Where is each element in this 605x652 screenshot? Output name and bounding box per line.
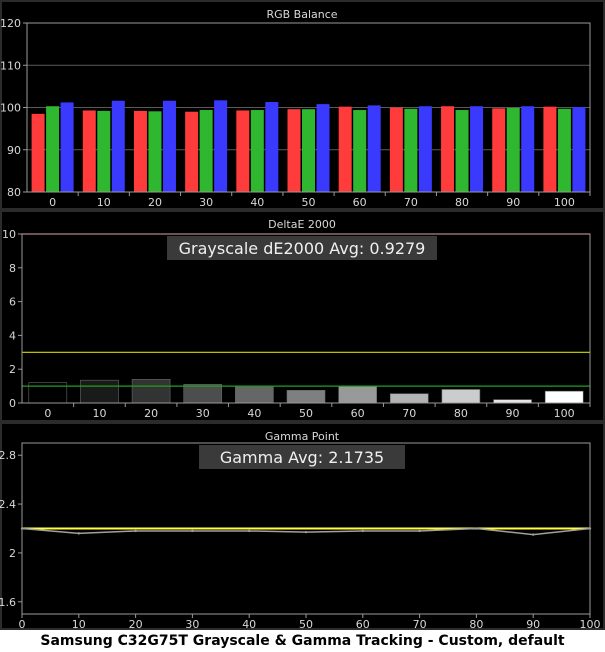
chart2-xtick-label: 70 [402,407,416,420]
chart2-ytick-label: 4 [9,329,16,342]
chart1-bar-blue [265,102,279,192]
chart2-bar [441,389,481,404]
chart2-ytick-label: 8 [9,262,16,275]
chart3-point [191,529,194,533]
chart1-bar-blue [470,106,484,192]
chart1-ytick-label: 80 [7,186,21,199]
chart2-xtick-label: 60 [351,407,365,420]
chart1-xtick-label: 0 [49,196,56,209]
chart1-bar-green [404,108,418,192]
chart2-bar [493,399,532,404]
chart1-bar-green [148,111,162,192]
chart2-ytick-label: 2 [9,363,16,376]
chart1-ytick-label: 120 [0,17,21,30]
chart1-ytick-label: 110 [0,59,21,72]
chart3-point [532,533,535,536]
chart1-bar-green [199,110,213,192]
chart2-bar [183,384,223,404]
chart2-ytick-label: 10 [2,228,16,241]
chart1-bar-green [353,110,367,192]
chart3-ytick-label: 2.4 [0,498,16,511]
chart1-xtick-label: 40 [250,196,264,209]
chart1-xtick-label: 90 [506,196,520,209]
chart2-xtick-label: 0 [44,407,51,420]
chart2-xtick-label: 50 [299,407,313,420]
chart2-title: DeltaE 2000 [268,218,336,231]
chart1-bar-red [338,106,352,192]
chart1-bar-red [389,107,403,192]
chart1-bar-red [236,110,250,192]
chart1-bar-red [543,106,557,192]
chart2-xtick-label: 80 [454,407,468,420]
chart1-bar-red [287,109,301,192]
chart1-xtick-label: 10 [97,196,111,209]
chart2-bar [286,390,326,404]
chart1-xtick-label: 50 [302,196,316,209]
chart1-bar-red [82,110,96,192]
chart2-bar [544,390,584,404]
chart1-xtick-label: 30 [199,196,213,209]
chart1-xtick-label: 70 [404,196,418,209]
chart1-bar-red [185,111,199,192]
chart1-xtick-label: 60 [353,196,367,209]
chart2-bar [235,386,274,404]
chart1-bar-green [455,110,469,192]
chart2-bar [338,385,377,404]
chart3-ytick-label: 2.8 [0,449,16,462]
chart3-ytick-label: 2 [9,547,16,560]
chart3-ytick-label: 1.6 [0,596,16,609]
chart1-bar-red [133,110,147,192]
chart3-point [304,530,308,534]
chart3-point [248,529,251,533]
chart1-bar-blue [572,107,586,192]
chart2-annotation: Grayscale dE2000 Avg: 0.9279 [179,239,426,258]
chart1-xtick-label: 100 [554,196,575,209]
chart3-point [77,532,81,535]
chart1-bar-red [31,113,45,192]
chart2-xtick-label: 30 [196,407,210,420]
chart1-bar-green [557,108,571,192]
chart1-bar-green [250,110,264,192]
chart1-bar-blue [214,100,228,192]
chart1-bar-green [46,106,60,192]
chart3-annotation: Gamma Avg: 2.1735 [220,448,384,467]
chart1-bar-blue [418,106,432,192]
chart3-title: Gamma Point [265,430,340,443]
chart3-point [361,529,364,533]
chart2-ytick-label: 0 [9,397,16,410]
chart1-bar-blue [521,106,535,192]
chart1-bar-blue [60,102,74,192]
chart2-xtick-label: 10 [92,407,106,420]
chart1-bar-green [506,107,520,192]
chart1-bar-blue [111,100,125,192]
calibration-charts: RGB Balance80901001101200 10 20 30 40 50 60 70 8… [0,0,605,631]
chart2-bar [131,379,171,404]
chart1-bar-red [492,108,506,192]
chart2-xtick-label: 20 [144,407,158,420]
chart1-bar-blue [316,104,330,192]
figure-caption: Samsung C32G75T Grayscale & Gamma Tracki… [40,633,565,649]
chart3-point [134,529,137,533]
chart2-xtick-label: 40 [247,407,261,420]
chart1-ytick-label: 100 [0,102,21,115]
chart1-title: RGB Balance [266,8,337,21]
chart2-xtick-label: 100 [554,407,575,420]
chart2-xtick-label: 90 [506,407,520,420]
chart2-ytick-label: 6 [9,296,16,309]
chart1-xtick-label: 20 [148,196,162,209]
chart2-bar [80,379,119,404]
chart1-bar-red [441,106,455,192]
chart3-point [475,527,478,530]
chart1-bar-blue [367,105,381,192]
chart1-bar-blue [162,100,176,192]
chart1-ytick-label: 90 [7,144,21,157]
chart1-bar-green [302,109,315,192]
chart2-bar [389,393,429,404]
chart1-bar-green [97,110,111,192]
chart1-xtick-label: 80 [455,196,469,209]
chart3-point [418,529,421,533]
